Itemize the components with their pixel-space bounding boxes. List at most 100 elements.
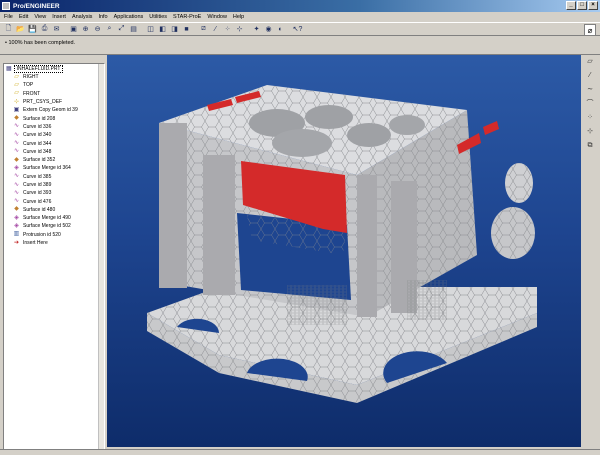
tree-item-label: Surface id 208 [23, 115, 56, 122]
tree-item[interactable]: ∿ Curve id 476 [4, 197, 104, 205]
tree-item[interactable]: ∿ Curve id 393 [4, 189, 104, 197]
app-icon[interactable] [2, 2, 10, 10]
model-tree[interactable]: ▦ INHALEFLUID.PRT ▱ RIGHT ▱ TOP ▱ FRONT ⊹ PRT_C… [3, 63, 105, 450]
datum-curve-tool-icon[interactable]: ⌒ [585, 98, 596, 109]
close-button[interactable]: × [588, 1, 598, 10]
tree-item-label: RIGHT [23, 74, 39, 81]
status-bar [0, 449, 600, 455]
tree-item[interactable]: ▥ Protrusion id 520 [4, 231, 104, 239]
toolbar-separator [140, 24, 144, 35]
star-proe-surface-icon[interactable]: ◉ [263, 24, 274, 35]
protrusion-icon: ▥ [13, 231, 20, 238]
minimize-button[interactable]: _ [566, 1, 576, 10]
curve-icon: ∿ [13, 181, 20, 188]
curve-icon: ∿ [13, 123, 20, 130]
curve-icon: ∿ [13, 131, 20, 138]
menu-star-proe[interactable]: STAR-ProE [173, 14, 201, 20]
menu-utilities[interactable]: Utilities [149, 14, 167, 20]
sketch-curve-tool-icon[interactable]: ∼ [585, 84, 596, 95]
tree-item-label: PRT_CSYS_DEF [23, 99, 63, 106]
tree-root-label: INHALEFLUID.PRT [13, 64, 64, 73]
tree-item[interactable]: ∿ Curve id 389 [4, 181, 104, 189]
graphics-window[interactable] [107, 55, 581, 447]
repaint-icon[interactable]: ▣ [68, 24, 79, 35]
toolbar-separator [63, 24, 67, 35]
tree-item[interactable]: ◈ Surface Merge id 364 [4, 164, 104, 172]
new-file-icon[interactable]: 🗋 [3, 24, 14, 35]
datum-axes-icon[interactable]: ⁄ [210, 24, 221, 35]
star-proe-mesh-icon[interactable]: ✦ [251, 24, 262, 35]
tree-item[interactable]: ∿ Curve id 336 [4, 123, 104, 131]
tree-item[interactable]: ∿ Curve id 348 [4, 148, 104, 156]
orient-icon[interactable]: ⤢ [116, 24, 127, 35]
datum-points-icon[interactable]: ⁘ [222, 24, 233, 35]
tree-item-label: Surface id 480 [23, 206, 56, 213]
surface-icon: ◆ [14, 156, 19, 163]
selection-filter-icon[interactable]: ⌀ [584, 24, 596, 36]
tree-item-label: Curve id 344 [23, 140, 52, 147]
datum-planes-icon[interactable]: ⧄ [198, 24, 209, 35]
tree-item[interactable]: ▱ RIGHT [4, 73, 104, 81]
surface-icon: ◆ [14, 115, 19, 122]
tree-item[interactable]: ◈ Surface Merge id 502 [4, 222, 104, 230]
menu-edit[interactable]: Edit [19, 14, 28, 20]
tree-item[interactable]: ◆ Surface id 208 [4, 114, 104, 122]
open-file-icon[interactable]: 📂 [15, 24, 26, 35]
tree-item[interactable]: ⊹ PRT_CSYS_DEF [4, 98, 104, 106]
menu-view[interactable]: View [34, 14, 46, 20]
menu-help[interactable]: Help [233, 14, 244, 20]
tree-item-label: Curve id 336 [23, 123, 52, 130]
datum-plane-tool-icon[interactable]: ▱ [585, 56, 596, 67]
menu-analysis[interactable]: Analysis [72, 14, 92, 20]
curve-icon: ∿ [13, 189, 20, 196]
menu-insert[interactable]: Insert [52, 14, 66, 20]
message-area: • 100% has been completed. [0, 37, 600, 55]
save-icon[interactable]: 💾 [27, 24, 38, 35]
zoom-out-icon[interactable]: ⊖ [92, 24, 103, 35]
toolbar-separator [246, 24, 250, 35]
tree-item[interactable]: ➔ Insert Here [4, 239, 104, 247]
tree-root[interactable]: ▦ INHALEFLUID.PRT [4, 64, 104, 73]
star-proe-export-icon[interactable]: ◐ [275, 24, 286, 35]
tree-item[interactable]: ▱ FRONT [4, 90, 104, 98]
analysis-tool-icon[interactable]: ⧉ [585, 140, 596, 151]
tree-item[interactable]: ◆ Surface id 480 [4, 206, 104, 214]
refit-icon[interactable]: ⌕ [104, 24, 115, 35]
menu-window[interactable]: Window [207, 14, 227, 20]
csys-toggle-icon[interactable]: ⊹ [234, 24, 245, 35]
tree-item[interactable]: ∿ Curve id 385 [4, 173, 104, 181]
saved-views-icon[interactable]: ▤ [128, 24, 139, 35]
menu-info[interactable]: Info [98, 14, 107, 20]
mesh-model[interactable] [107, 55, 581, 447]
tree-item-label: Curve id 393 [23, 190, 52, 197]
toolbar-separator [193, 24, 197, 35]
wireframe-icon[interactable]: ◫ [145, 24, 156, 35]
email-icon[interactable]: ✉ [51, 24, 62, 35]
print-icon[interactable]: ⎙ [39, 24, 50, 35]
maximize-button[interactable]: □ [577, 1, 587, 10]
tree-item[interactable]: ▱ TOP [4, 81, 104, 89]
no-hidden-icon[interactable]: ◨ [169, 24, 180, 35]
tree-item[interactable]: ▣ Extern Copy Geom id 39 [4, 106, 104, 114]
context-help-icon[interactable]: ↖? [292, 24, 303, 35]
menu-file[interactable]: File [4, 14, 13, 20]
part-icon: ▦ [6, 66, 12, 72]
tree-item[interactable]: ∿ Curve id 344 [4, 139, 104, 147]
zoom-in-icon[interactable]: ⊕ [80, 24, 91, 35]
tree-item-label: Curve id 340 [23, 132, 52, 139]
merge-icon: ◈ [14, 214, 19, 221]
datum-axis-tool-icon[interactable]: ⁄ [585, 70, 596, 81]
tree-item[interactable]: ◈ Surface Merge id 490 [4, 214, 104, 222]
tree-item[interactable]: ◆ Surface id 352 [4, 156, 104, 164]
tree-item-label: Surface id 352 [23, 157, 56, 164]
hidden-line-icon[interactable]: ◧ [157, 24, 168, 35]
shading-icon[interactable]: ■ [181, 24, 192, 35]
csys-icon: ⊹ [13, 98, 20, 105]
menu-applications[interactable]: Applications [114, 14, 144, 20]
red-patch [483, 121, 499, 135]
csys-tool-icon[interactable]: ⊹ [585, 126, 596, 137]
tree-scrollbar[interactable] [98, 64, 104, 449]
curve-icon: ∿ [13, 173, 20, 180]
tree-item[interactable]: ∿ Curve id 340 [4, 131, 104, 139]
datum-point-tool-icon[interactable]: ⁘ [585, 112, 596, 123]
